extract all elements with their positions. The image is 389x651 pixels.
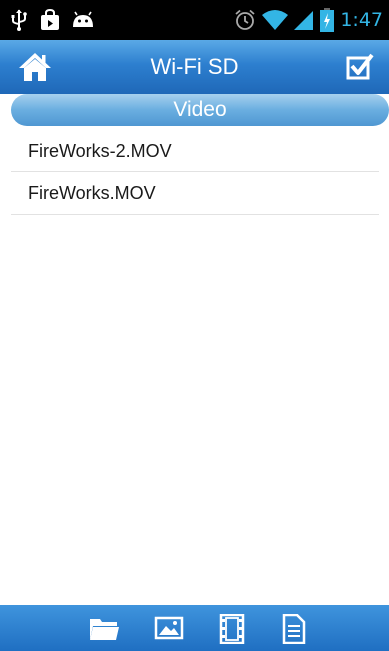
list-item[interactable]: FireWorks.MOV xyxy=(11,172,379,215)
film-icon xyxy=(218,614,250,644)
image-icon xyxy=(154,614,186,642)
bag-icon xyxy=(40,9,60,31)
nav-folder-button[interactable] xyxy=(89,614,121,644)
battery-icon xyxy=(320,8,335,32)
folder-icon xyxy=(89,614,121,642)
alarm-icon xyxy=(234,9,256,31)
signal-icon xyxy=(294,9,314,31)
checkbox-icon xyxy=(345,53,375,86)
status-clock: 1:47 xyxy=(340,9,383,31)
title-bar: Wi-Fi SD xyxy=(0,40,389,94)
status-bar: 1:47 xyxy=(0,0,389,40)
select-button[interactable] xyxy=(345,52,375,82)
file-list: FireWorks-2.MOV FireWorks.MOV xyxy=(11,130,379,215)
page-title: Wi-Fi SD xyxy=(150,54,239,79)
nav-image-button[interactable] xyxy=(154,614,186,644)
nav-video-button[interactable] xyxy=(218,614,250,644)
document-icon xyxy=(281,614,313,644)
bottom-nav xyxy=(0,605,389,651)
usb-icon xyxy=(10,9,28,31)
section-header: Video xyxy=(11,94,389,126)
wifi-icon xyxy=(262,9,289,31)
android-icon xyxy=(72,11,94,29)
nav-document-button[interactable] xyxy=(281,614,313,644)
list-item[interactable]: FireWorks-2.MOV xyxy=(11,130,379,172)
